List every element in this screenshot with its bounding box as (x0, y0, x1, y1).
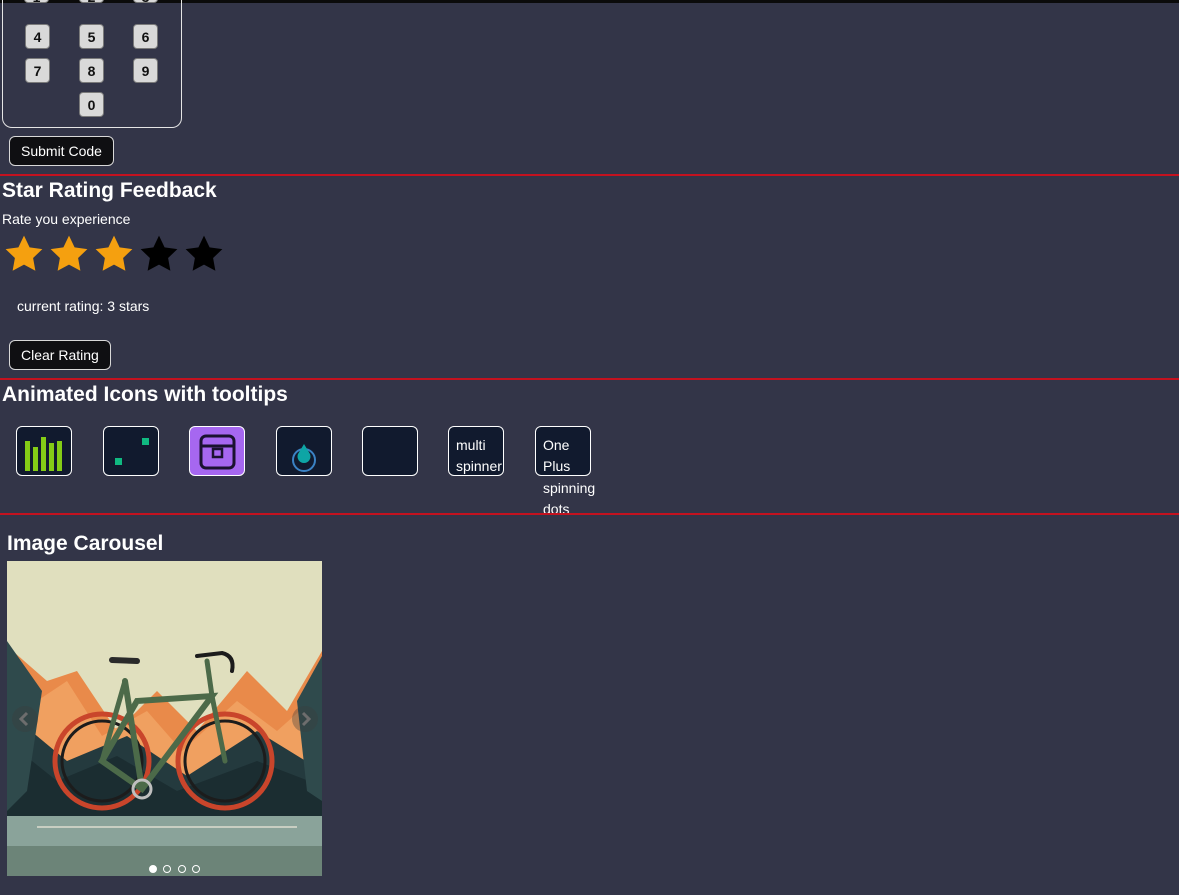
chevron-left-icon[interactable] (12, 706, 38, 732)
box-icon[interactable] (189, 426, 245, 476)
key-1[interactable]: 1 (24, 0, 49, 5)
key-5[interactable]: 5 (79, 24, 104, 49)
section-divider (0, 378, 1179, 380)
key-9[interactable]: 9 (133, 58, 158, 83)
carousel-dot-1[interactable] (149, 865, 157, 873)
chevron-right-icon[interactable] (292, 706, 318, 732)
animated-icons-title: Animated Icons with tooltips (2, 383, 288, 406)
star-1-icon[interactable] (3, 233, 45, 275)
carousel-dot-3[interactable] (178, 865, 186, 873)
droplet-ring-icon[interactable] (276, 426, 332, 476)
star-3-icon[interactable] (93, 233, 135, 275)
star-2-icon[interactable] (48, 233, 90, 275)
submit-code-button[interactable]: Submit Code (9, 136, 114, 166)
key-6[interactable]: 6 (133, 24, 158, 49)
current-rating-text: current rating: 3 stars (17, 298, 150, 314)
star-5-icon[interactable] (183, 233, 225, 275)
rating-prompt: Rate you experience (2, 211, 131, 227)
clear-rating-button[interactable]: Clear Rating (9, 340, 111, 370)
section-divider (0, 174, 1179, 176)
two-dots-icon[interactable] (103, 426, 159, 476)
carousel-dot-2[interactable] (163, 865, 171, 873)
section-divider (0, 513, 1179, 515)
keypad-panel: 1 2 3 4 5 6 7 8 9 0 (2, 0, 182, 128)
carousel-title: Image Carousel (7, 532, 164, 555)
key-0[interactable]: 0 (79, 92, 104, 117)
key-3[interactable]: 3 (133, 0, 158, 5)
multi-spinner-label: multi spinner (456, 437, 502, 474)
key-7[interactable]: 7 (25, 58, 50, 83)
carousel-image-bicycle (7, 561, 322, 876)
bars-loader-icon[interactable] (16, 426, 72, 476)
star-4-icon[interactable] (138, 233, 180, 275)
key-4[interactable]: 4 (25, 24, 50, 49)
carousel-dot-4[interactable] (192, 865, 200, 873)
blank-icon[interactable] (362, 426, 418, 476)
star-rating-title: Star Rating Feedback (2, 179, 217, 202)
key-8[interactable]: 8 (79, 58, 104, 83)
key-2[interactable]: 2 (79, 0, 104, 5)
oneplus-label: One Plus spinning dots (543, 437, 596, 517)
